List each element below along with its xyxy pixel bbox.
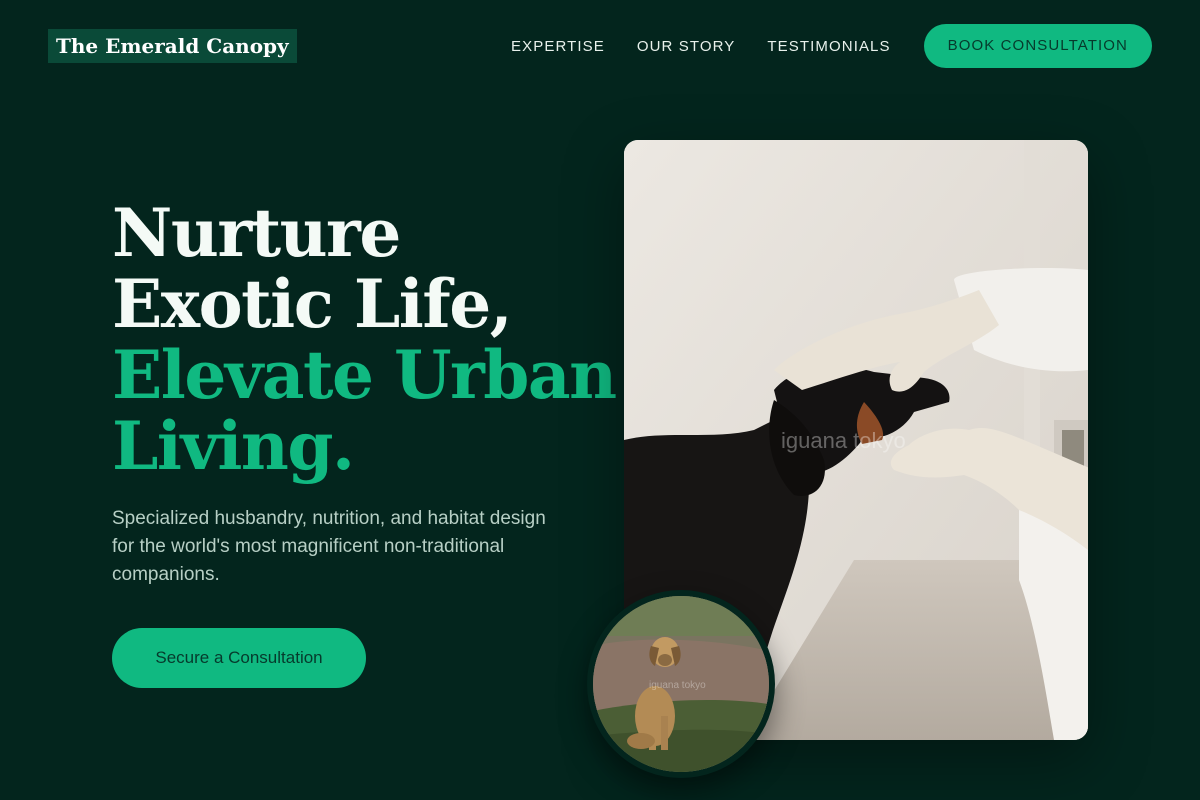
main-nav: EXPERTISE OUR STORY TESTIMONIALS BOOK CO…	[511, 24, 1152, 68]
dog-thumbnail-photo: iguana tokyo	[587, 590, 775, 778]
hero-subtitle: Specialized husbandry, nutrition, and ha…	[112, 508, 546, 585]
headline-line-3: Elevate Urban	[112, 336, 617, 414]
headline-line-1: Nurture	[112, 194, 401, 272]
nav-link-testimonials[interactable]: TESTIMONIALS	[767, 38, 890, 55]
headline-line-4: Living.	[112, 407, 355, 485]
nav-link-our-story[interactable]: OUR STORY	[637, 38, 736, 55]
secure-consultation-button[interactable]: Secure a Consultation	[112, 628, 366, 688]
book-consultation-button[interactable]: BOOK CONSULTATION	[923, 24, 1152, 68]
nav-link-expertise[interactable]: EXPERTISE	[511, 38, 605, 55]
round-photo-watermark: iguana tokyo	[649, 680, 706, 691]
headline-line-2: Exotic Life,	[112, 265, 513, 343]
hero-headline: Nurture Exotic Life, Elevate Urban Livin…	[112, 194, 617, 485]
main-photo-watermark: iguana tokyo	[781, 428, 906, 453]
brand-logo[interactable]: The Emerald Canopy	[48, 29, 297, 63]
